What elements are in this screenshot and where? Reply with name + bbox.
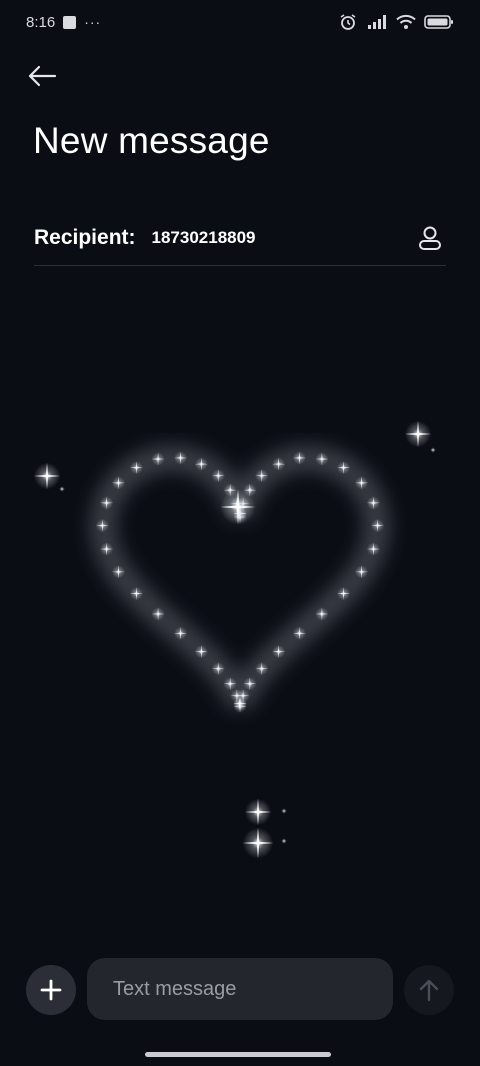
heart-sparkle <box>111 565 126 579</box>
signal-icon <box>368 15 386 29</box>
heart-sparkle <box>151 607 165 621</box>
heart-sparkle <box>151 452 165 466</box>
heart-sparkle <box>315 452 329 466</box>
text-message-input[interactable] <box>87 958 393 1020</box>
home-indicator <box>145 1052 331 1057</box>
heart-sparkle <box>292 626 306 640</box>
person-icon <box>419 226 441 250</box>
add-attachment-button[interactable] <box>26 965 76 1015</box>
accent-sparkle <box>33 462 61 490</box>
more-notifications: ··· <box>84 14 102 30</box>
recipient-value[interactable]: 18730218809 <box>152 228 414 248</box>
heart-sparkle <box>354 476 369 490</box>
heart-sparkle <box>255 662 269 676</box>
square-notification-icon <box>63 15 77 29</box>
heart-sparkle <box>272 457 286 471</box>
heart-sparkle <box>211 662 225 676</box>
heart-sparkle <box>366 542 381 556</box>
status-time: 8:16 <box>26 13 56 31</box>
plus-icon <box>40 979 62 1001</box>
heart-sparkle <box>129 586 144 601</box>
accent-sparkle <box>220 489 256 525</box>
heart-sparkle <box>194 457 208 471</box>
accent-sparkle <box>404 420 432 448</box>
heart-sparkle <box>194 645 208 659</box>
tiny-sparkle <box>281 838 287 844</box>
status-left: 8:16 ··· <box>26 14 101 31</box>
heart-sparkle <box>95 519 109 533</box>
heart-sparkle <box>336 586 351 601</box>
heart-sparkle <box>336 461 351 475</box>
arrow-up-icon <box>419 979 439 1002</box>
status-right <box>338 14 454 30</box>
status-bar: 8:16 ··· <box>0 0 480 44</box>
heart-sparkle <box>292 451 306 465</box>
sparkle-heart-decoration <box>33 420 436 859</box>
back-button[interactable] <box>22 58 62 94</box>
contact-picker-button[interactable] <box>414 222 446 254</box>
heart-sparkle <box>366 496 381 510</box>
tiny-sparkle <box>281 808 287 814</box>
heart-sparkle <box>223 677 237 691</box>
accent-sparkle <box>244 798 272 826</box>
heart-sparkle <box>99 496 114 510</box>
wifi-icon <box>396 14 416 29</box>
heart-sparkle <box>371 519 385 533</box>
heart-sparkle <box>354 565 369 579</box>
tiny-sparkle <box>59 486 65 492</box>
recipient-label: Recipient: <box>34 225 136 249</box>
arrow-left-icon <box>28 65 57 87</box>
page-title: New message <box>33 120 270 161</box>
new-message-screen: 8:16 ··· New message Recipient: 18730218… <box>0 0 480 1066</box>
heart-sparkle <box>129 461 144 475</box>
heart-sparkle <box>272 645 286 659</box>
heart-sparkle <box>243 677 257 691</box>
heart-sparkle <box>255 469 269 483</box>
send-button[interactable] <box>404 965 454 1015</box>
heart-sparkle <box>99 542 114 556</box>
accent-sparkle <box>242 827 274 859</box>
alarm-icon <box>340 14 356 30</box>
recipient-row[interactable]: Recipient: 18730218809 <box>34 210 446 266</box>
heart-sparkle <box>111 476 126 490</box>
heart-sparkle <box>211 469 225 483</box>
heart-sparkle <box>230 689 244 703</box>
heart-sparkle <box>174 451 188 465</box>
heart-sparkle <box>315 607 329 621</box>
battery-icon <box>424 15 453 29</box>
tiny-sparkle <box>430 447 436 453</box>
heart-sparkle <box>174 626 188 640</box>
